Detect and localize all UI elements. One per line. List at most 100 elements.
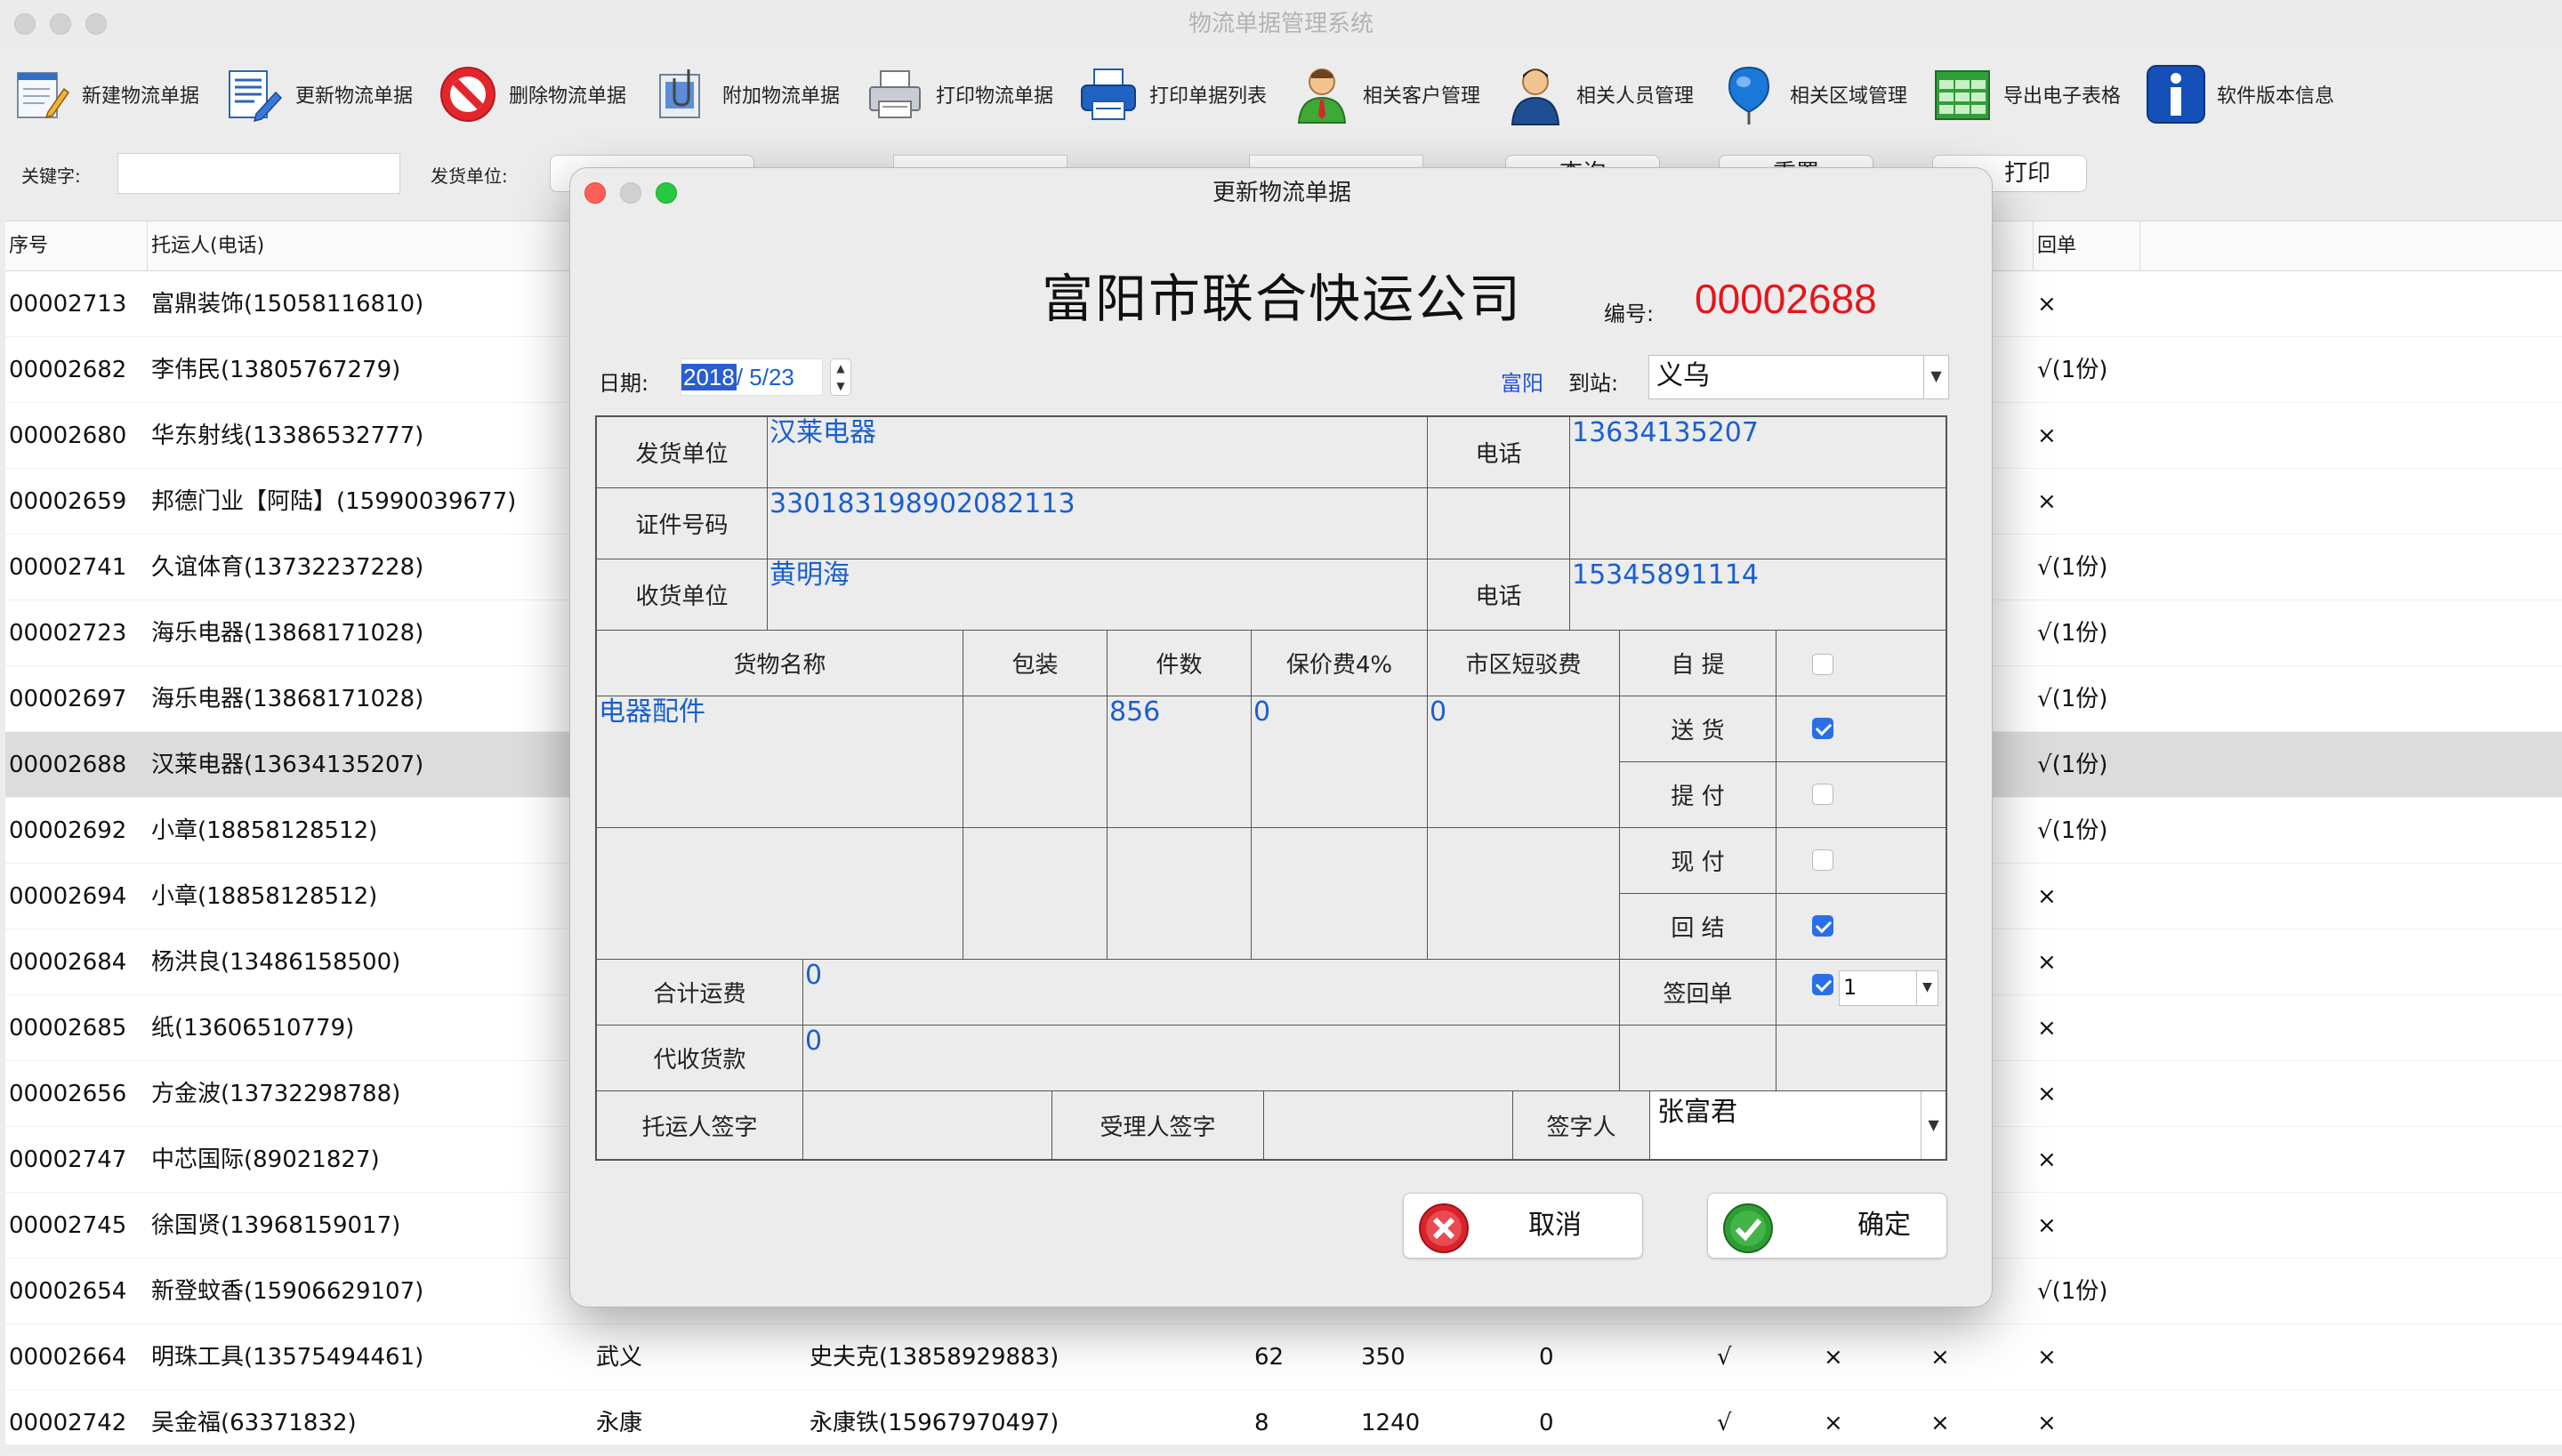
chevron-down-icon[interactable]: ▼ bbox=[1921, 1091, 1946, 1159]
printer-blue-icon bbox=[1081, 68, 1136, 120]
shipper-label: 发货单位 bbox=[597, 417, 768, 488]
minimize-window-button[interactable] bbox=[50, 13, 71, 35]
table-cell-consignee: 永康铁(15967970497) bbox=[810, 1410, 1059, 1436]
dialog-minimize-button[interactable] bbox=[620, 182, 641, 204]
table-cell-receipt: × bbox=[2037, 1081, 2057, 1107]
date-month-day[interactable]: / 5/23 bbox=[737, 364, 794, 390]
packaging-field[interactable] bbox=[963, 696, 1108, 828]
settle-checkbox[interactable] bbox=[1812, 915, 1833, 937]
table-cell-id: 00002682 bbox=[9, 357, 127, 383]
toolbar-label: 相关人员管理 bbox=[1576, 85, 1695, 108]
signer-select[interactable]: 张富君 ▼ bbox=[1650, 1091, 1946, 1159]
receiver-phone-field[interactable]: 15345891114 bbox=[1570, 559, 1946, 631]
pickup-option-label: 自 提 bbox=[1620, 631, 1776, 696]
print-document-button[interactable]: 打印物流单据 bbox=[863, 57, 1053, 132]
chevron-down-icon[interactable]: ▼ bbox=[1923, 356, 1948, 398]
chevron-down-icon[interactable]: ▼ bbox=[1916, 971, 1938, 1005]
cancel-button[interactable]: 取消 bbox=[1403, 1193, 1643, 1259]
new-document-icon bbox=[17, 72, 70, 119]
date-year[interactable]: 2018 bbox=[681, 364, 737, 390]
receiver-field[interactable]: 黄明海 bbox=[768, 559, 1428, 631]
date-label: 日期: bbox=[599, 371, 649, 396]
dialog-zoom-button[interactable] bbox=[656, 182, 677, 204]
collect-checkbox[interactable] bbox=[1812, 784, 1833, 805]
staff-management-button[interactable]: 相关人员管理 bbox=[1503, 57, 1694, 132]
table-cell-receipt: × bbox=[2037, 1015, 2057, 1042]
region-management-button[interactable]: 相关区域管理 bbox=[1717, 57, 1907, 132]
close-window-button[interactable] bbox=[14, 13, 36, 35]
table-cell-shipper: 李伟民(13805767279) bbox=[151, 357, 401, 383]
customer-management-button[interactable]: 相关客户管理 bbox=[1290, 57, 1480, 132]
waybill-form: 发货单位 汉莱电器 电话 13634135207 证件号码 3301831989… bbox=[595, 415, 1947, 1161]
print-list-button[interactable]: 打印单据列表 bbox=[1076, 57, 1267, 132]
table-cell-shipper: 新登蚊香(15906629107) bbox=[151, 1278, 424, 1305]
zoom-window-button[interactable] bbox=[85, 13, 107, 35]
keyword-input[interactable] bbox=[117, 153, 400, 194]
delete-document-button[interactable]: 删除物流单据 bbox=[436, 57, 626, 132]
table-cell-shipper: 方金波(13732298788) bbox=[151, 1081, 401, 1107]
table-cell-receipt: √(1份) bbox=[2037, 686, 2108, 712]
toolbar-label: 软件版本信息 bbox=[2217, 85, 2335, 108]
export-spreadsheet-button[interactable]: 导出电子表格 bbox=[1930, 57, 2121, 132]
id-number-field[interactable]: 330183198902082113 bbox=[768, 488, 1428, 559]
pickup-checkbox[interactable] bbox=[1812, 654, 1833, 675]
column-header[interactable]: 回单 bbox=[2034, 221, 2140, 271]
customer-icon bbox=[1297, 68, 1347, 124]
quantity-field[interactable]: 856 bbox=[1108, 696, 1252, 828]
confirm-button[interactable]: 确定 bbox=[1707, 1193, 1947, 1259]
destination-select[interactable]: 义乌 ▼ bbox=[1648, 355, 1949, 399]
collect-option-label: 提 付 bbox=[1620, 762, 1776, 828]
column-header[interactable]: 序号 bbox=[5, 221, 148, 271]
goods-name-field[interactable] bbox=[597, 828, 963, 960]
new-document-button[interactable]: 新建物流单据 bbox=[9, 57, 199, 132]
date-field[interactable]: 2018/ 5/23 bbox=[681, 358, 823, 396]
shipper-field[interactable]: 汉莱电器 bbox=[768, 417, 1428, 488]
table-cell-id: 00002741 bbox=[9, 554, 127, 581]
cash-checkbox[interactable] bbox=[1812, 849, 1833, 871]
person-icon bbox=[1511, 68, 1560, 125]
destination-value: 义乌 bbox=[1656, 360, 1710, 391]
insurance-fee-field[interactable] bbox=[1252, 828, 1428, 960]
receipt-copies-select[interactable]: 1 ▼ bbox=[1839, 970, 1938, 1006]
table-cell-receipt: √(1份) bbox=[2037, 554, 2108, 581]
total-freight-label: 合计运费 bbox=[597, 960, 803, 1026]
receiver-signature-field[interactable] bbox=[1264, 1091, 1513, 1159]
toolbar-label: 相关区域管理 bbox=[1790, 85, 1908, 108]
city-fee-field[interactable]: 0 bbox=[1428, 696, 1620, 828]
toolbar-label: 删除物流单据 bbox=[509, 85, 627, 108]
goods-name-field[interactable]: 电器配件 bbox=[597, 696, 963, 828]
table-row[interactable]: 00002742 吴金福(63371832) 永康 永康铁(15967970497) 8… bbox=[5, 1390, 2562, 1456]
column-header[interactable]: 托运人(电话) bbox=[148, 221, 592, 271]
table-cell-id: 00002656 bbox=[9, 1081, 127, 1107]
table-cell-c3: × bbox=[1930, 1410, 1950, 1436]
table-cell-receipt: × bbox=[2037, 883, 2057, 910]
toolbar-label: 新建物流单据 bbox=[82, 85, 200, 108]
table-cell-ins: 0 bbox=[1539, 1344, 1554, 1371]
table-cell-id: 00002680 bbox=[9, 422, 127, 449]
total-freight-field[interactable]: 0 bbox=[803, 960, 1620, 1026]
spreadsheet-icon bbox=[1935, 70, 1990, 120]
shipper-phone-field[interactable]: 13634135207 bbox=[1570, 417, 1946, 488]
city-fee-field[interactable] bbox=[1428, 828, 1620, 960]
date-stepper[interactable]: ▲ ▼ bbox=[830, 358, 851, 396]
shipper-signature-field[interactable] bbox=[803, 1091, 1052, 1159]
attach-document-button[interactable]: 附加物流单据 bbox=[649, 57, 840, 132]
packaging-field[interactable] bbox=[963, 828, 1108, 960]
update-document-button[interactable]: 更新物流单据 bbox=[222, 57, 413, 132]
dialog-title: 更新物流单据 bbox=[1212, 180, 1351, 206]
delivery-checkbox[interactable] bbox=[1812, 718, 1833, 739]
insurance-fee-field[interactable]: 0 bbox=[1252, 696, 1428, 828]
dialog-close-button[interactable] bbox=[584, 182, 606, 204]
table-cell-id: 00002697 bbox=[9, 686, 127, 712]
toolbar-label: 附加物流单据 bbox=[722, 85, 841, 108]
table-cell-shipper: 久谊体育(13732237228) bbox=[151, 554, 424, 581]
version-info-button[interactable]: 软件版本信息 bbox=[2144, 57, 2334, 132]
table-cell-id: 00002713 bbox=[9, 291, 127, 318]
table-cell-shipper: 纸(13606510779) bbox=[151, 1015, 355, 1042]
cod-field[interactable]: 0 bbox=[803, 1026, 1620, 1091]
delivery-option-cell bbox=[1776, 696, 1946, 762]
table-row[interactable]: 00002664 明珠工具(13575494461) 武义 史夫克(138589298… bbox=[5, 1324, 2562, 1390]
signed-receipt-checkbox[interactable] bbox=[1812, 974, 1833, 995]
quantity-field[interactable] bbox=[1108, 828, 1252, 960]
table-cell-id: 00002723 bbox=[9, 620, 127, 647]
